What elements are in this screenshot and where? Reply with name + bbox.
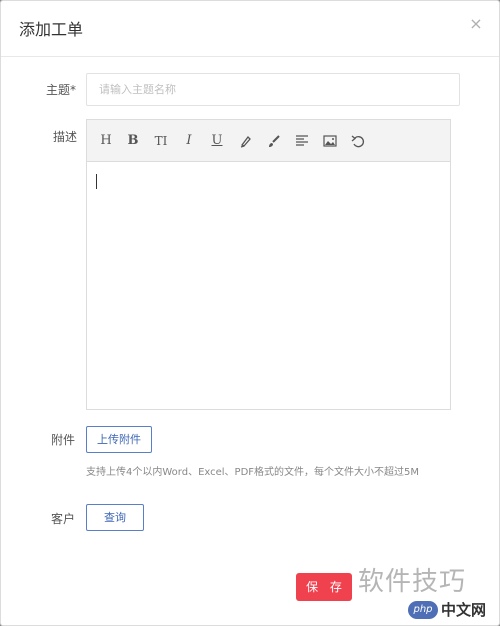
- watermark-site: 中文网: [441, 601, 487, 619]
- dialog-header: 添加工单 ×: [1, 1, 499, 57]
- rich-text-editor: H B TI I U: [86, 119, 451, 410]
- close-icon[interactable]: ×: [469, 16, 483, 32]
- query-customer-button[interactable]: 查询: [86, 504, 144, 531]
- italic-icon[interactable]: I: [180, 132, 198, 150]
- brush-icon[interactable]: [265, 132, 283, 150]
- subject-label: 主题*: [46, 83, 77, 97]
- attachment-label: 附件: [51, 433, 76, 447]
- image-icon[interactable]: [321, 132, 339, 150]
- underline-icon[interactable]: U: [208, 132, 226, 150]
- highlighter-icon[interactable]: [237, 132, 255, 150]
- php-badge-icon: php: [408, 601, 438, 619]
- font-size-icon[interactable]: TI: [152, 132, 170, 150]
- text-caret: [96, 174, 97, 189]
- editor-toolbar: H B TI I U: [87, 120, 450, 162]
- description-label: 描述: [53, 130, 78, 144]
- editor-content-area[interactable]: [87, 163, 450, 409]
- customer-label: 客户: [51, 512, 76, 526]
- subject-input[interactable]: [86, 73, 460, 106]
- undo-icon[interactable]: [349, 132, 367, 150]
- attachment-hint: 支持上传4个以内Word、Excel、PDF格式的文件，每个文件大小不超过5M: [86, 467, 420, 478]
- save-button[interactable]: 保 存: [296, 573, 352, 601]
- dialog-title: 添加工单: [19, 20, 84, 39]
- align-left-icon[interactable]: [293, 132, 311, 150]
- upload-attachment-button[interactable]: 上传附件: [86, 426, 152, 453]
- watermark-text: 软件技巧: [358, 567, 467, 597]
- heading-icon[interactable]: H: [97, 132, 115, 150]
- watermark-logo: php 中文网: [408, 601, 486, 619]
- add-ticket-dialog: 添加工单 × 主题* 描述 H B TI I U: [0, 0, 500, 626]
- bold-icon[interactable]: B: [124, 132, 142, 150]
